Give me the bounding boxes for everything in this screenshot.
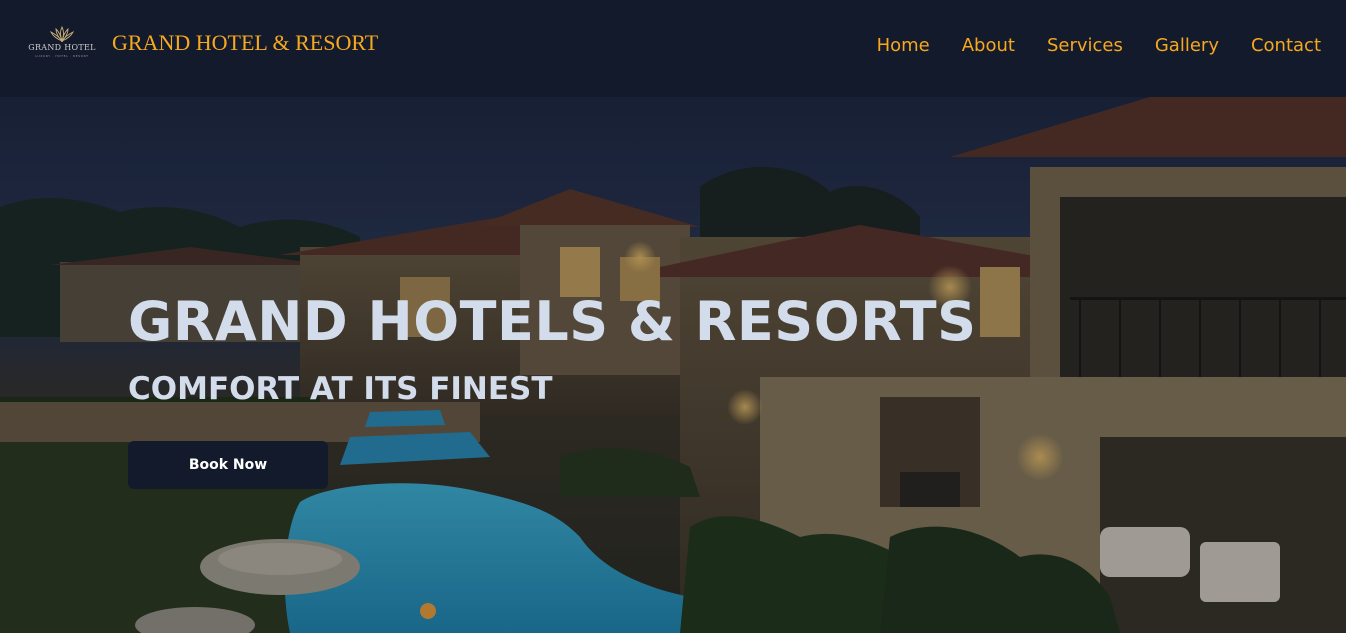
nav-link-home[interactable]: Home [877,33,930,59]
lotus-icon [49,26,75,42]
brand-name[interactable]: GRAND HOTEL & RESORT [112,30,378,56]
hotel-logo[interactable]: GRAND HOTEL LUXURY · HOTEL · RESORT [26,26,98,62]
nav-link-about[interactable]: About [962,33,1015,59]
book-now-button[interactable]: Book Now [128,441,328,489]
top-navbar: GRAND HOTEL LUXURY · HOTEL · RESORT GRAN… [0,0,1346,97]
nav-link-contact[interactable]: Contact [1251,33,1321,59]
hero-title: GRAND HOTELS & RESORTS [128,290,977,353]
hero-subtitle: COMFORT AT ITS FINEST [128,371,553,407]
logo-subtext: LUXURY · HOTEL · RESORT [35,54,89,58]
hero-section: GRAND HOTELS & RESORTS COMFORT AT ITS FI… [0,97,1346,633]
logo-text: GRAND HOTEL [28,43,96,52]
nav-links: Home About Services Gallery Contact [877,33,1321,59]
hero-dark-overlay [0,97,1346,633]
nav-link-services[interactable]: Services [1047,33,1123,59]
nav-link-gallery[interactable]: Gallery [1155,33,1219,59]
